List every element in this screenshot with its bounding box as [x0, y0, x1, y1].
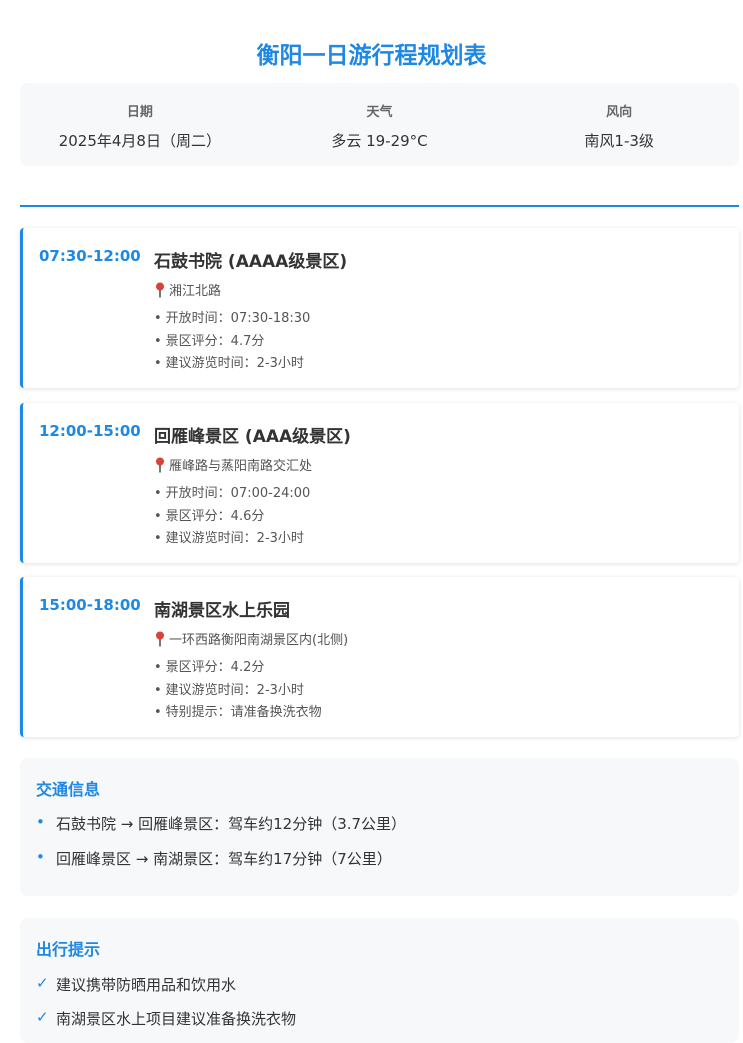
bullet-icon: •	[154, 682, 162, 698]
attraction-location: 一环西路衡阳南湖景区内(北侧)	[154, 629, 348, 648]
card-time: 12:00-15:00	[39, 422, 141, 440]
tip-item: ✓ 南湖景区水上项目建议准备换洗衣物	[36, 1008, 296, 1042]
check-icon: ✓	[36, 1008, 49, 1026]
detail-item: • 景区评分：4.6分	[154, 508, 265, 524]
tips-title: 出行提示	[36, 940, 101, 959]
attraction-details: • 景区评分：4.2分 • 建议游览时间：2-3小时 • 特别提示：请准备换洗衣物	[154, 657, 322, 725]
transport-text: 回雁峰景区 → 南湖景区：驾车约17分钟（7公里）	[56, 850, 392, 868]
attraction-location: 湘江北路	[154, 280, 221, 299]
bullet-icon: •	[154, 531, 162, 546]
section-divider	[20, 205, 739, 207]
detail-item: • 建议游览时间：2-3小时	[154, 682, 304, 698]
page-title: 衡阳一日游行程规划表	[256, 43, 487, 69]
bullet-icon: •	[154, 311, 162, 326]
detail-item: • 建议游览时间：2-3小时	[154, 531, 304, 546]
round-pushpin-icon	[156, 631, 164, 646]
bullet-icon: •	[154, 660, 162, 675]
tips-panel: 出行提示 ✓ 建议携带防晒用品和饮用水 ✓ 南湖景区水上项目建议准备换洗衣物	[20, 918, 739, 1043]
bullet-icon: •	[154, 333, 162, 349]
card-time: 15:00-18:00	[39, 596, 141, 614]
bullet-icon: •	[154, 508, 162, 524]
weather-info: 天气 多云 19-29°C	[260, 83, 500, 166]
transport-text: 石鼓书院 → 回雁峰景区：驾车约12分钟（3.7公里）	[56, 815, 407, 833]
detail-item: • 开放时间：07:00-24:00	[154, 486, 311, 501]
bullet-icon: •	[154, 486, 162, 501]
transport-list: • 石鼓书院 → 回雁峰景区：驾车约12分钟（3.7公里） • 回雁峰景区 → …	[36, 813, 406, 883]
tip-item: ✓ 建议携带防晒用品和饮用水	[36, 974, 296, 1008]
detail-item: • 建议游览时间：2-3小时	[154, 356, 304, 371]
bullet-icon: •	[154, 356, 162, 371]
wind-info: 风向 南风1-3级	[499, 83, 739, 166]
weather-label: 天气	[366, 105, 393, 120]
date-info: 日期 2025年4月8日（周二）	[20, 83, 260, 166]
trip-info-box: 日期 2025年4月8日（周二） 天气 多云 19-29°C 风向 南风1-3级	[20, 83, 739, 166]
itinerary-card-3: 15:00-18:00 南湖景区水上乐园 一环西路衡阳南湖景区内(北侧) • 景区…	[20, 577, 739, 737]
wind-value: 南风1-3级	[584, 132, 654, 150]
tips-list: ✓ 建议携带防晒用品和饮用水 ✓ 南湖景区水上项目建议准备换洗衣物	[36, 974, 296, 1042]
transport-item: • 石鼓书院 → 回雁峰景区：驾车约12分钟（3.7公里）	[36, 813, 406, 848]
location-text: 一环西路衡阳南湖景区内(北侧)	[169, 633, 349, 648]
card-time: 07:30-12:00	[39, 247, 141, 265]
date-value: 2025年4月8日（周二）	[58, 132, 221, 150]
detail-item: • 特别提示：请准备换洗衣物	[154, 705, 322, 720]
check-icon: ✓	[36, 974, 49, 992]
attraction-name: 回雁峰景区 (AAA级景区)	[154, 427, 351, 447]
tip-text: 南湖景区水上项目建议准备换洗衣物	[56, 1010, 297, 1028]
transport-title: 交通信息	[36, 780, 101, 799]
attraction-details: • 开放时间：07:30-18:30 • 景区评分：4.7分 • 建议游览时间：2-3…	[154, 308, 310, 376]
detail-item: • 开放时间：07:30-18:30	[154, 311, 311, 326]
itinerary-card-1: 07:30-12:00 石鼓书院 (AAAA级景区) 湘江北路 • 开放时间：07…	[20, 228, 739, 388]
round-pushpin-icon	[156, 282, 164, 297]
attraction-details: • 开放时间：07:00-24:00 • 景区评分：4.6分 • 建议游览时间：2-3…	[154, 483, 310, 551]
detail-item: • 景区评分：4.2分	[154, 660, 265, 675]
transport-item: • 回雁峰景区 → 南湖景区：驾车约17分钟（7公里）	[36, 848, 406, 883]
bullet-icon: •	[154, 705, 162, 720]
bullet-icon: •	[36, 813, 45, 831]
itinerary-card-2: 12:00-15:00 回雁峰景区 (AAA级景区) 雁峰路与蒸阳南路交汇处 •…	[20, 403, 739, 563]
weather-value: 多云 19-29°C	[331, 132, 428, 150]
date-label: 日期	[126, 105, 153, 120]
detail-item: • 景区评分：4.7分	[154, 333, 265, 349]
tip-text: 建议携带防晒用品和饮用水	[56, 976, 237, 994]
location-text: 湘江北路	[169, 284, 222, 299]
transport-panel: 交通信息 • 石鼓书院 → 回雁峰景区：驾车约12分钟（3.7公里） • 回雁峰…	[20, 758, 739, 896]
attraction-name: 南湖景区水上乐园	[154, 601, 290, 621]
wind-label: 风向	[606, 105, 633, 120]
attraction-location: 雁峰路与蒸阳南路交汇处	[154, 455, 312, 474]
bullet-icon: •	[36, 848, 45, 866]
attraction-name: 石鼓书院 (AAAA级景区)	[154, 252, 348, 272]
round-pushpin-icon	[156, 457, 164, 472]
location-text: 雁峰路与蒸阳南路交汇处	[169, 459, 313, 474]
